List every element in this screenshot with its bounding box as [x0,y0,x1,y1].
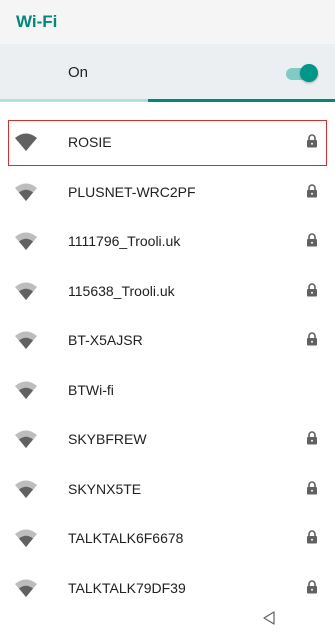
lock-icon [307,233,317,247]
lock-icon [307,134,317,148]
network-row[interactable]: ROSIE [6,118,329,168]
network-row[interactable]: 1111796_Trooli.uk [0,217,335,267]
navigation-bar [0,597,335,638]
wifi-medium-icon [15,579,37,597]
wifi-medium-icon [15,529,37,547]
wifi-medium-icon [15,183,37,201]
network-row[interactable]: BT-X5AJSR [0,316,335,366]
toggle-thumb [300,64,318,82]
network-ssid: ROSIE [68,134,112,150]
network-ssid: BTWi-fi [68,381,114,398]
network-ssid: 1111796_Trooli.uk [68,233,181,249]
network-ssid: SKYBFREW [68,431,147,447]
lock-icon [307,530,317,544]
network-row[interactable]: BTWi-fi [0,366,335,416]
scan-progress-indicator [148,99,335,102]
network-row[interactable]: TALKTALK6F6678 [0,514,335,564]
wifi-toggle[interactable] [286,64,320,82]
network-row[interactable]: 115638_Trooli.uk [0,267,335,317]
switch-label: On [68,64,89,81]
lock-icon [307,183,317,197]
network-ssid: BT-X5AJSR [68,332,143,348]
network-ssid: SKYNX5TE [68,480,142,497]
back-triangle-icon[interactable] [262,611,276,625]
network-ssid: TALKTALK79DF39 [68,579,186,596]
lock-icon [307,332,317,346]
wifi-medium-icon [15,381,37,399]
wifi-medium-icon [15,331,37,349]
network-ssid: 115638_Trooli.uk [68,282,175,299]
network-row[interactable]: PLUSNET-WRC2PF [0,168,335,218]
network-row[interactable]: SKYBFREW [0,415,335,465]
network-ssid: PLUSNET-WRC2PF [68,183,196,200]
wifi-master-switch[interactable]: On [0,44,335,100]
network-row[interactable]: SKYNX5TE [0,465,335,515]
wifi-medium-icon [15,480,37,498]
lock-icon [307,579,317,593]
lock-icon [307,282,317,296]
lock-icon [307,480,317,494]
lock-icon [307,431,317,445]
wifi-strong-icon [15,133,37,151]
wifi-medium-icon [15,282,37,300]
network-list: ROSIE PLUSNET-WRC2PF 1111796_Trooli.uk 1156… [0,118,335,613]
page-title: Wi-Fi [16,12,58,31]
wifi-medium-icon [15,430,37,448]
app-bar: Wi-Fi [0,0,335,44]
network-ssid: TALKTALK6F6678 [68,530,184,546]
wifi-medium-icon [15,232,37,250]
scan-progress-bar [0,99,335,102]
